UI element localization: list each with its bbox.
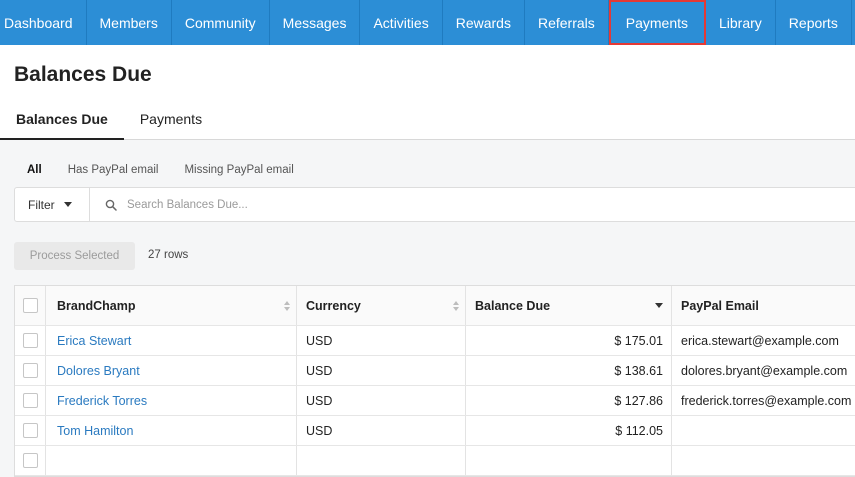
table-row: Dolores Bryant USD $ 138.61 dolores.brya…	[15, 356, 855, 386]
balance-value: $ 175.01	[614, 333, 663, 348]
brandchamp-cell: Frederick Torres	[46, 386, 297, 415]
email-cell: erica.stewart@example.com	[681, 333, 839, 348]
column-header-label: Balance Due	[475, 298, 551, 313]
nav-item-payments[interactable]: Payments	[608, 0, 706, 45]
row-checkbox[interactable]	[22, 333, 38, 348]
column-header-label: Currency	[306, 298, 361, 313]
row-checkbox[interactable]	[22, 393, 38, 408]
brandchamp-cell: Dolores Bryant	[46, 356, 297, 385]
sort-icon	[453, 300, 459, 311]
column-header-paypal-email[interactable]: PayPal Email	[672, 286, 855, 325]
column-header-label: PayPal Email	[681, 298, 759, 313]
balance-cell: $ 112.05	[466, 416, 672, 445]
filter-dropdown[interactable]: Filter	[15, 188, 90, 221]
column-header-label: BrandChamp	[57, 298, 136, 313]
brandchamp-link[interactable]: Erica Stewart	[57, 334, 131, 348]
subfilter-all[interactable]: All	[27, 164, 42, 176]
page-title: Balances Due	[14, 63, 152, 86]
brandchamp-cell: Tom Hamilton	[46, 416, 297, 445]
column-header-brandchamp[interactable]: BrandChamp	[46, 286, 297, 325]
nav-item-activities[interactable]: Activities	[360, 0, 443, 45]
row-select-cell	[15, 386, 46, 415]
process-selected-button[interactable]: Process Selected	[14, 242, 135, 270]
row-select-cell	[15, 416, 46, 445]
sort-descending-icon	[655, 303, 663, 308]
nav-item-referrals[interactable]: Referrals	[525, 0, 609, 45]
brandchamp-link[interactable]: Tom Hamilton	[57, 424, 133, 438]
table-header-row: BrandChamp Currency Balance Due PayPal E…	[15, 286, 855, 326]
table-row: Frederick Torres USD $ 127.86 frederick.…	[15, 386, 855, 416]
search-bar: Filter	[14, 187, 855, 222]
tab-balances-due[interactable]: Balances Due	[0, 101, 124, 140]
brandchamp-link[interactable]: Dolores Bryant	[57, 364, 140, 378]
page-tabs: Balances Due Payments	[0, 101, 218, 140]
row-select-cell	[15, 326, 46, 355]
balance-value: $ 127.86	[614, 393, 663, 408]
balance-cell	[466, 446, 672, 475]
nav-item-rewards[interactable]: Rewards	[443, 0, 525, 45]
balance-value: $ 138.61	[614, 363, 663, 378]
nav-item-community[interactable]: Community	[172, 0, 270, 45]
row-checkbox[interactable]	[22, 423, 38, 438]
currency-cell: USD	[297, 386, 466, 415]
brandchamp-cell	[46, 446, 297, 475]
balance-value: $ 112.05	[615, 423, 663, 438]
table-row	[15, 446, 855, 476]
nav-item-messages[interactable]: Messages	[270, 0, 361, 45]
nav-item-dashboard[interactable]: Dashboard	[0, 0, 87, 45]
table-row: Erica Stewart USD $ 175.01 erica.stewart…	[15, 326, 855, 356]
search-input[interactable]	[127, 198, 727, 211]
subfilter-missing-paypal[interactable]: Missing PayPal email	[184, 164, 293, 176]
table-row: Tom Hamilton USD $ 112.05	[15, 416, 855, 446]
nav-item-library[interactable]: Library	[706, 0, 776, 45]
email-cell: frederick.torres@example.com	[681, 393, 852, 408]
column-header-currency[interactable]: Currency	[297, 286, 466, 325]
nav-item-reports[interactable]: Reports	[776, 0, 852, 45]
brandchamp-cell: Erica Stewart	[46, 326, 297, 355]
column-header-balance-due[interactable]: Balance Due	[466, 286, 672, 325]
tab-payments[interactable]: Payments	[124, 101, 218, 140]
filter-label: Filter	[28, 197, 55, 212]
currency-cell	[297, 446, 466, 475]
subfilter-has-paypal[interactable]: Has PayPal email	[68, 164, 159, 176]
currency-cell: USD	[297, 356, 466, 385]
balance-cell: $ 175.01	[466, 326, 672, 355]
row-checkbox[interactable]	[22, 363, 38, 378]
subfilter-bar: All Has PayPal email Missing PayPal emai…	[27, 164, 320, 176]
currency-cell: USD	[297, 416, 466, 445]
select-all-cell	[15, 286, 46, 325]
rows-count: 27 rows	[148, 249, 189, 261]
email-cell	[672, 416, 855, 445]
brandchamp-link[interactable]: Frederick Torres	[57, 394, 147, 408]
currency-cell: USD	[297, 326, 466, 355]
balances-table: BrandChamp Currency Balance Due PayPal E…	[14, 285, 855, 477]
balance-cell: $ 138.61	[466, 356, 672, 385]
balance-cell: $ 127.86	[466, 386, 672, 415]
row-select-cell	[15, 446, 46, 475]
search-icon	[105, 199, 117, 211]
nav-item-members[interactable]: Members	[87, 0, 172, 45]
row-checkbox[interactable]	[22, 453, 38, 468]
caret-down-icon	[63, 202, 72, 207]
page-header: Balances Due Balances Due Payments	[0, 45, 855, 140]
select-all-checkbox[interactable]	[22, 298, 38, 313]
sort-icon	[284, 300, 290, 311]
email-cell: dolores.bryant@example.com	[681, 363, 848, 378]
top-nav: Dashboard Members Community Messages Act…	[0, 0, 855, 45]
email-cell	[672, 446, 855, 475]
row-select-cell	[15, 356, 46, 385]
